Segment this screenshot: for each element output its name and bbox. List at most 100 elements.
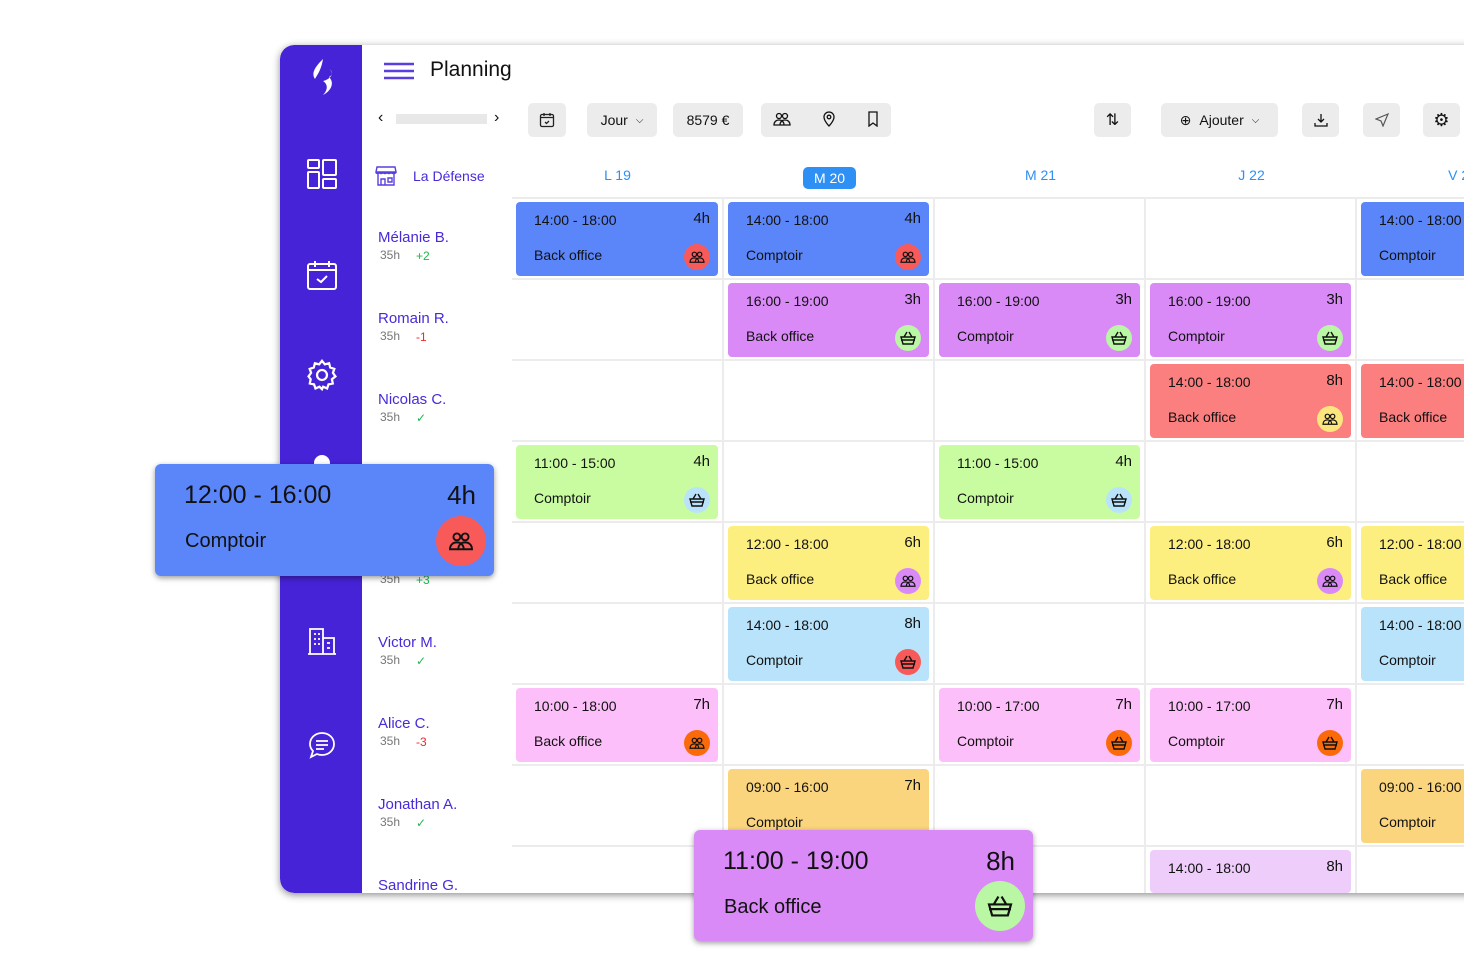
grid-cell[interactable] [1357,442,1464,521]
shift-card[interactable]: 14:00 - 18:00 4h Comptoir [728,202,929,276]
shift-role: Back office [534,247,603,263]
shift-role: Back office [1168,409,1237,425]
shift-card[interactable]: 09:00 - 16:00 Comptoir [1361,769,1464,843]
location-pin-icon[interactable] [822,110,836,130]
employee-hours: 35h [380,248,401,262]
shift-role: Back office [534,733,603,749]
shift-time: 10:00 - 17:00 [957,698,1040,714]
shift-card[interactable]: 10:00 - 17:00 7h Comptoir [939,688,1140,762]
day-header[interactable]: M 20 [724,167,935,189]
group-icon[interactable] [773,111,791,130]
day-header[interactable]: M 21 [935,167,1146,183]
grid-cell[interactable] [1146,766,1355,845]
calendar-icon[interactable] [304,257,340,293]
shift-duration: 4h [693,210,710,227]
day-header[interactable]: J 22 [1146,167,1357,183]
grid-cell[interactable] [512,361,722,440]
shift-role: Comptoir [957,328,1014,344]
shift-card[interactable]: 14:00 - 18:00 4h Back office [516,202,718,276]
location-label[interactable]: La Défense [413,168,485,184]
day-header[interactable]: V 23 [1357,167,1464,183]
add-button[interactable]: ⊕ Ajouter ⌵ [1161,103,1278,137]
grid-cell[interactable] [724,361,933,440]
grid-cell[interactable] [935,523,1144,602]
employee-name[interactable]: Jonathan A. [378,796,457,813]
grid-cell[interactable] [935,199,1144,278]
shift-card[interactable]: 14:00 - 18:00 Back office [1361,364,1464,438]
employee-name[interactable]: Romain R. [378,310,449,327]
employee-name[interactable]: Nicolas C. [378,391,446,408]
grid-cell[interactable] [512,847,722,893]
shift-time: 12:00 - 16:00 [184,481,332,509]
amount-button[interactable]: 8579 € [673,103,743,137]
grid-cell[interactable] [1146,442,1355,521]
shift-card[interactable]: 14:00 - 18:00 Comptoir [1361,607,1464,681]
menu-icon[interactable] [383,62,415,85]
sort-button[interactable]: ⇅ [1094,103,1131,137]
grid-cell[interactable] [512,280,722,359]
logo-icon[interactable] [304,59,340,95]
shift-duration: 3h [1115,291,1132,308]
employee-name[interactable]: Alice C. [378,715,430,732]
prev-button[interactable]: ‹ [378,109,383,127]
calendar-button[interactable] [528,103,566,137]
employee-name[interactable]: Sandrine G. [378,877,458,893]
grid-cell[interactable] [512,766,722,845]
grid-cell[interactable] [1357,847,1464,893]
shift-role: Comptoir [534,490,591,506]
grid-cell[interactable] [724,442,933,521]
add-label: Ajouter [1199,112,1244,128]
shift-card[interactable]: 14:00 - 18:00 8h Comptoir [728,607,929,681]
day-label: V 23 [1448,167,1464,183]
shift-card[interactable]: 14:00 - 18:00 8h [1150,850,1351,893]
shift-time: 10:00 - 17:00 [1168,698,1251,714]
shift-duration: 7h [1326,696,1343,713]
shift-time: 16:00 - 19:00 [1168,293,1251,309]
shift-card[interactable]: 12:00 - 18:00 Back office [1361,526,1464,600]
shift-card[interactable]: 12:00 - 18:00 6h Back office [1150,526,1351,600]
building-icon[interactable] [304,623,340,659]
shift-duration: 8h [1326,372,1343,389]
day-header[interactable]: L 19 [512,167,723,183]
settings-button[interactable]: ⚙ [1423,103,1460,137]
view-select[interactable]: Jour ⌵ [587,103,657,137]
next-button[interactable]: › [494,109,499,127]
grid-cell[interactable] [935,361,1144,440]
employee-name[interactable]: Victor M. [378,634,437,651]
grid-cell[interactable] [1357,280,1464,359]
shift-card[interactable]: 12:00 - 18:00 6h Back office [728,526,929,600]
send-icon [1374,113,1389,127]
shift-card[interactable]: 16:00 - 19:00 3h Back office [728,283,929,357]
settings-icon[interactable] [304,357,340,393]
group-icon [684,730,710,756]
shift-card[interactable]: 10:00 - 17:00 7h Comptoir [1150,688,1351,762]
grid-cell[interactable] [1146,604,1355,683]
shift-card[interactable]: 14:00 - 18:00 8h Back office [1150,364,1351,438]
grid-cell[interactable] [512,604,722,683]
shift-card[interactable]: 11:00 - 15:00 4h Comptoir [939,445,1140,519]
bookmark-icon[interactable] [867,110,879,130]
shift-card[interactable]: 16:00 - 19:00 3h Comptoir [1150,283,1351,357]
shift-card[interactable]: 16:00 - 19:00 3h Comptoir [939,283,1140,357]
dragged-shift-popup[interactable]: 12:00 - 16:00 4h Comptoir [155,464,494,576]
shift-card[interactable]: 10:00 - 18:00 7h Back office [516,688,718,762]
shift-role: Comptoir [1168,733,1225,749]
group-icon [895,244,921,270]
employee-hours: 35h [380,815,401,829]
grid-cell[interactable] [1357,685,1464,764]
shift-duration: 8h [904,615,921,632]
grid-cell[interactable] [935,604,1144,683]
send-button[interactable] [1363,103,1400,137]
shift-card[interactable]: 11:00 - 15:00 4h Comptoir [516,445,718,519]
shift-card[interactable]: 14:00 - 18:00 Comptoir [1361,202,1464,276]
grid-cell[interactable] [1146,199,1355,278]
employee-name[interactable]: Mélanie B. [378,229,449,246]
chat-icon[interactable] [304,727,340,763]
dragged-shift-popup[interactable]: 11:00 - 19:00 8h Back office [694,830,1033,941]
dashboard-icon[interactable] [304,156,340,192]
download-button[interactable] [1302,103,1339,137]
grid-cell[interactable] [512,523,722,602]
grid-cell[interactable] [724,685,933,764]
shift-role: Back office [724,896,822,918]
gear-icon: ⚙ [1433,109,1450,130]
